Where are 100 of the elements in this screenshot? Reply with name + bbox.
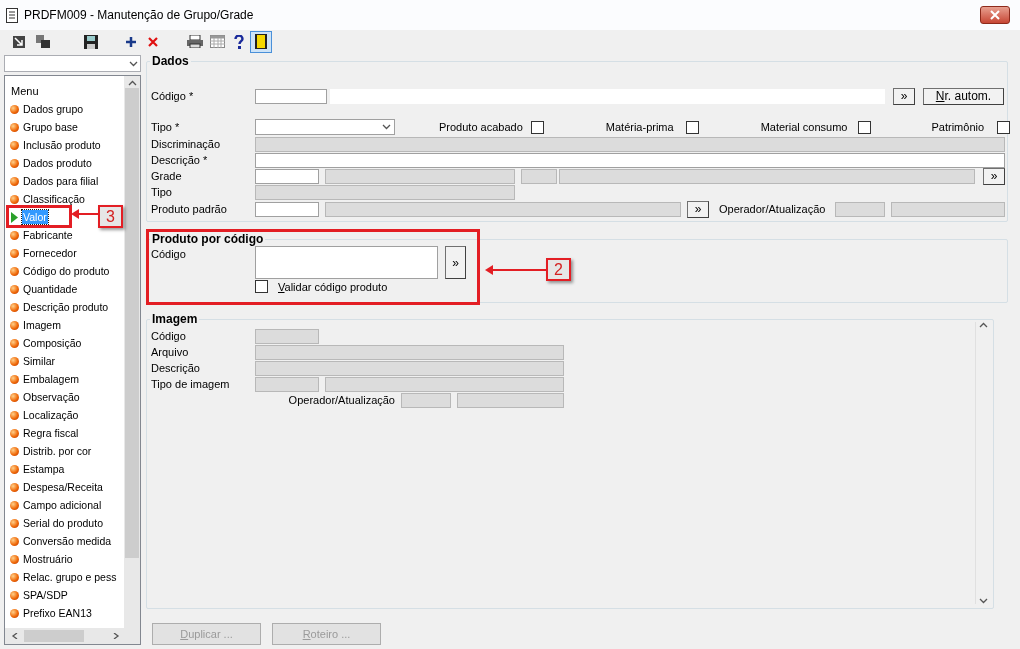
section-title: Dados bbox=[150, 54, 191, 68]
checkbox-label: Material consumo bbox=[760, 121, 848, 133]
text-field[interactable] bbox=[835, 201, 885, 217]
close-icon bbox=[990, 10, 1000, 21]
annotation-label: 2 bbox=[546, 258, 571, 281]
text-field[interactable] bbox=[255, 344, 564, 360]
field-label: Tipo bbox=[151, 186, 173, 198]
menu-item[interactable]: Prefixo EAN13 bbox=[22, 606, 93, 620]
checkbox-label: Produto acabado bbox=[439, 121, 523, 133]
search-button[interactable]: » bbox=[445, 246, 466, 279]
field-label: Código * bbox=[151, 90, 195, 102]
text-field[interactable] bbox=[255, 152, 1005, 168]
checkbox[interactable] bbox=[530, 120, 544, 134]
menu-item[interactable]: Mostruário bbox=[22, 552, 74, 566]
menu-item[interactable]: Relac. grupo e pess bbox=[22, 570, 118, 584]
checkbox[interactable] bbox=[255, 280, 268, 293]
field-label: Operador/Atualização bbox=[719, 203, 827, 215]
menu-item[interactable]: Código do produto bbox=[22, 264, 111, 278]
menu-item[interactable]: Grupo base bbox=[22, 120, 79, 134]
menu-item[interactable]: Dados grupo bbox=[22, 102, 85, 116]
menu-item[interactable]: Regra fiscal bbox=[22, 426, 80, 440]
auto-number-button[interactable]: Nr. autom. bbox=[923, 87, 1004, 105]
text-field[interactable] bbox=[325, 201, 681, 217]
field-label: Tipo de imagem bbox=[151, 378, 231, 390]
search-button[interactable]: » bbox=[687, 200, 709, 218]
field-label: Discriminação bbox=[151, 138, 222, 150]
text-field[interactable] bbox=[521, 168, 557, 184]
menu-item[interactable]: Embalagem bbox=[22, 372, 81, 386]
scroll-up-icon[interactable] bbox=[127, 80, 137, 86]
scrollbar[interactable] bbox=[5, 628, 140, 644]
menu-item[interactable]: SPA/SDP bbox=[22, 588, 69, 602]
field-label: Descrição bbox=[151, 362, 201, 374]
document-icon bbox=[6, 7, 18, 23]
text-field[interactable] bbox=[255, 88, 327, 104]
caret-icon[interactable] bbox=[129, 60, 138, 67]
section-title: Produto por código bbox=[150, 232, 266, 246]
text-field[interactable] bbox=[457, 392, 564, 408]
menu-item[interactable]: Quantidade bbox=[22, 282, 79, 296]
checkbox-label: Matéria-prima bbox=[605, 121, 674, 133]
field-label: Produto padrão bbox=[151, 203, 228, 215]
caret-icon[interactable] bbox=[382, 124, 391, 130]
menu-item[interactable]: Conversão medida bbox=[22, 534, 113, 548]
checkbox-label[interactable]: Validar código produto bbox=[278, 280, 388, 293]
field-label: Código bbox=[151, 248, 187, 260]
code-field[interactable] bbox=[255, 246, 438, 279]
scrollbar[interactable] bbox=[975, 322, 991, 604]
checkbox[interactable] bbox=[997, 120, 1011, 134]
door-icon[interactable] bbox=[250, 30, 272, 53]
menu-item[interactable]: Despesa/Receita bbox=[22, 480, 104, 494]
scroll-left-icon[interactable] bbox=[11, 633, 20, 639]
arrow-icon bbox=[71, 208, 99, 220]
menu-item[interactable]: Dados para filial bbox=[22, 174, 100, 188]
field-label: Tipo * bbox=[151, 121, 181, 133]
checkbox[interactable] bbox=[858, 120, 872, 134]
scroll-up-icon[interactable] bbox=[979, 322, 988, 328]
highlight-frame bbox=[6, 205, 72, 228]
text-field[interactable] bbox=[401, 392, 451, 408]
window-title: PRDFM009 - Manutenção de Grupo/Grade bbox=[24, 8, 254, 23]
text-field[interactable] bbox=[559, 168, 975, 184]
field-label: Arquivo bbox=[151, 346, 190, 358]
close-button[interactable] bbox=[980, 6, 1010, 25]
menu-item[interactable]: Campo adicional bbox=[22, 498, 103, 512]
section-title: Imagem bbox=[150, 312, 200, 326]
text-field[interactable] bbox=[255, 184, 515, 200]
text-field[interactable] bbox=[255, 328, 319, 344]
scroll-down-icon[interactable] bbox=[979, 598, 988, 604]
field-label: Descrição * bbox=[151, 154, 209, 166]
menu-item[interactable]: Estampa bbox=[22, 462, 66, 476]
menu-item[interactable]: Distrib. por cor bbox=[22, 444, 93, 458]
menu-item[interactable]: Dados produto bbox=[22, 156, 93, 170]
menu-item[interactable]: Observação bbox=[22, 390, 81, 404]
menu-item[interactable]: Imagem bbox=[22, 318, 62, 332]
scroll-right-icon[interactable] bbox=[111, 633, 120, 639]
menu-item[interactable]: Classificação bbox=[22, 192, 86, 206]
menu-item[interactable]: Composição bbox=[22, 336, 83, 350]
menu-item[interactable]: Serial do produto bbox=[22, 516, 104, 530]
field-label: Grade bbox=[151, 170, 183, 182]
menu-item[interactable]: Fornecedor bbox=[22, 246, 78, 260]
arrow-icon bbox=[485, 264, 547, 276]
menu-item[interactable]: Similar bbox=[22, 354, 57, 368]
annotation-label: 3 bbox=[98, 205, 123, 228]
text-field[interactable] bbox=[255, 168, 319, 184]
menu-item[interactable]: Descrição produto bbox=[22, 300, 110, 314]
text-field[interactable] bbox=[891, 201, 1005, 217]
checkbox-label: Patrimônio bbox=[931, 121, 985, 133]
text-field[interactable] bbox=[255, 360, 564, 376]
menu-item[interactable]: Localização bbox=[22, 408, 80, 422]
text-field[interactable] bbox=[325, 168, 515, 184]
text-field[interactable] bbox=[325, 376, 564, 392]
search-button[interactable]: » bbox=[893, 87, 915, 105]
text-field[interactable] bbox=[255, 376, 319, 392]
field-label: Código bbox=[151, 330, 187, 342]
menu-item[interactable]: Inclusão produto bbox=[22, 138, 102, 152]
menu-header: Menu bbox=[11, 85, 39, 97]
text-field[interactable] bbox=[255, 136, 1005, 152]
field-label: Operador/Atualização bbox=[287, 394, 395, 406]
menu-item[interactable]: Fabricante bbox=[22, 228, 74, 242]
scrollbar[interactable] bbox=[124, 76, 140, 628]
checkbox[interactable] bbox=[685, 120, 699, 134]
text-field[interactable] bbox=[255, 201, 319, 217]
